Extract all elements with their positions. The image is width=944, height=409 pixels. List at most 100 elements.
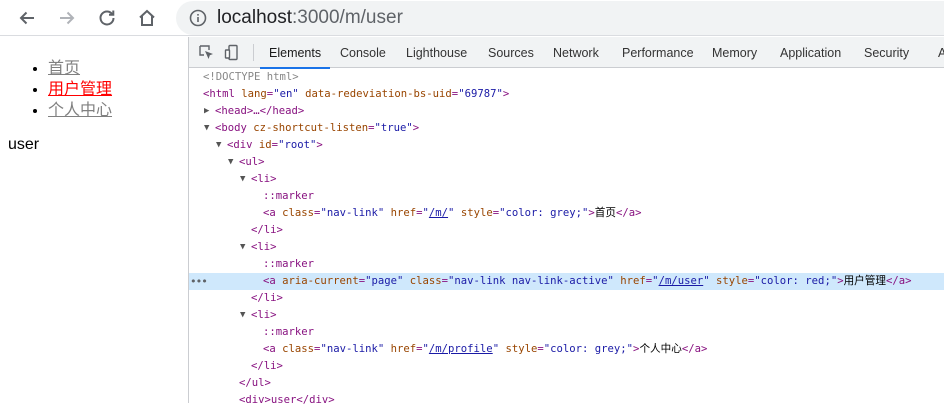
expanded-triangle-icon[interactable]: ▼: [216, 137, 221, 154]
dom-line-li[interactable]: ▼ <li>: [189, 171, 944, 188]
html-lang-attr: lang: [241, 88, 267, 100]
class-value: "nav-link nav-link-active": [448, 275, 614, 287]
dom-line-head[interactable]: ▶ <head>…</head>: [189, 103, 944, 120]
home-button[interactable]: [133, 4, 161, 32]
div-id-attr: id: [258, 139, 272, 151]
style-value: "color: grey;": [499, 207, 589, 219]
dom-line-doctype[interactable]: <!DOCTYPE html>: [189, 69, 944, 86]
class-attr: class: [409, 275, 442, 287]
expanded-triangle-icon[interactable]: ▼: [240, 307, 245, 324]
div-open-tag: <div: [227, 139, 253, 151]
browser-toolbar: localhost:3000/m/user: [0, 0, 944, 36]
nav-item-home: 首页: [48, 58, 112, 79]
a-profile-line: <a class="nav-link" href="/m/profile" st…: [263, 343, 708, 355]
tab-performance[interactable]: Performance: [622, 37, 694, 68]
toolbar-divider: [253, 44, 254, 61]
tab-network[interactable]: Network: [553, 37, 599, 68]
nav-list: 首页 用户管理 个人中心: [48, 58, 112, 121]
url-host: localhost: [217, 7, 292, 28]
ul-open-tag: <ul>: [239, 156, 265, 168]
li-open-tag: <li>: [251, 241, 277, 253]
more-options-icon[interactable]: •••: [190, 273, 208, 290]
arrow-left-icon: [19, 11, 34, 25]
expanded-triangle-icon[interactable]: ▼: [240, 239, 245, 256]
inspect-element-icon[interactable]: [198, 44, 215, 61]
page-viewport: 首页 用户管理 个人中心 user: [0, 37, 188, 403]
info-icon[interactable]: [189, 9, 207, 27]
dom-line-div-root[interactable]: ▼ <div id="root">: [189, 137, 944, 154]
a-close-tag: </a>: [885, 275, 912, 287]
href-link-profile[interactable]: /m/profile: [429, 343, 493, 355]
address-bar[interactable]: localhost:3000/m/user: [176, 1, 944, 35]
li-close-tag: </li>: [251, 360, 283, 372]
nav-link-user[interactable]: 用户管理: [48, 81, 112, 98]
expanded-triangle-icon[interactable]: ▼: [204, 120, 209, 137]
dom-line-li[interactable]: ▼ <li>: [189, 307, 944, 324]
back-button[interactable]: [13, 4, 41, 32]
ul-close-tag: </ul>: [239, 377, 271, 389]
html-lang-value: "en": [273, 88, 299, 100]
dom-line-div-user[interactable]: <div>user</div>: [189, 392, 944, 409]
dom-line-li[interactable]: ▼ <li>: [189, 239, 944, 256]
head-tag: <head>…</head>: [215, 105, 305, 117]
a-home-line: <a class="nav-link" href="/m/" style="co…: [263, 207, 642, 219]
expanded-triangle-icon[interactable]: ▼: [228, 154, 233, 171]
page-content: user: [8, 136, 40, 153]
html-open-tag: <html: [203, 88, 235, 100]
tab-application[interactable]: Application: [780, 37, 841, 68]
dom-line-html[interactable]: <html lang="en" data-redeviation-bs-uid=…: [189, 86, 944, 103]
href-link-user[interactable]: /m/user: [659, 275, 704, 287]
doctype-text: <!DOCTYPE html>: [203, 71, 299, 83]
class-value: "nav-link": [320, 343, 385, 355]
tab-lighthouse[interactable]: Lighthouse: [406, 37, 467, 68]
class-value: "nav-link": [320, 207, 385, 219]
dom-line-a-profile[interactable]: <a class="nav-link" href="/m/profile" st…: [189, 341, 944, 358]
arrow-right-icon: [60, 11, 75, 25]
body-attr-value: "true": [374, 122, 413, 134]
reload-icon: [99, 10, 115, 26]
tab-sources[interactable]: Sources: [488, 37, 534, 68]
forward-button[interactable]: [53, 4, 81, 32]
nav-item-user: 用户管理: [48, 79, 112, 100]
class-attr: class: [282, 343, 315, 355]
dom-line-body[interactable]: ▼ <body cz-shortcut-listen="true">: [189, 120, 944, 137]
style-attr: style: [716, 275, 748, 287]
tab-memory[interactable]: Memory: [712, 37, 757, 68]
nav-link-home[interactable]: 首页: [48, 60, 80, 77]
a-text-user: 用户管理: [843, 275, 886, 287]
collapsed-triangle-icon[interactable]: ▶: [204, 103, 209, 120]
tab-elements[interactable]: Elements: [259, 37, 331, 69]
class-attr: class: [282, 207, 315, 219]
nav-link-profile[interactable]: 个人中心: [48, 102, 112, 119]
devtools-panel: Elements Console Lighthouse Sources Netw…: [188, 37, 944, 406]
tab-console[interactable]: Console: [340, 37, 386, 68]
a-text-profile: 个人中心: [639, 343, 682, 355]
dom-line-ul-close[interactable]: </ul>: [189, 375, 944, 392]
dom-line-li-close[interactable]: </li>: [189, 222, 944, 239]
expanded-triangle-icon[interactable]: ▼: [240, 171, 245, 188]
li-close-tag: </li>: [251, 224, 283, 236]
reload-button[interactable]: [93, 4, 121, 32]
devtools-tabbar: Elements Console Lighthouse Sources Netw…: [189, 37, 944, 69]
dom-line-a-user-selected[interactable]: ••• <a aria-current="page" class="nav-lin…: [189, 273, 944, 290]
dom-line-marker[interactable]: ::marker: [189, 256, 944, 273]
href-link-home[interactable]: /m/: [429, 207, 448, 219]
dom-line-li-close[interactable]: </li>: [189, 290, 944, 307]
dom-line-li-close[interactable]: </li>: [189, 358, 944, 375]
tab-security[interactable]: Security: [864, 37, 909, 68]
href-attr: href: [390, 207, 417, 219]
body-tag-line: <body cz-shortcut-listen="true">: [215, 122, 420, 134]
aria-current-attr: aria-current: [282, 275, 359, 287]
style-value: "color: red;": [754, 275, 838, 287]
dom-line-marker[interactable]: ::marker: [189, 188, 944, 205]
dom-line-marker[interactable]: ::marker: [189, 324, 944, 341]
body-attr: cz-shortcut-listen: [253, 122, 369, 134]
aria-current-value: "page": [365, 275, 404, 287]
marker-pseudo: ::marker: [263, 326, 315, 338]
href-attr: href: [620, 275, 646, 287]
dom-line-a-home[interactable]: <a class="nav-link" href="/m/" style="co…: [189, 205, 944, 222]
dom-line-ul[interactable]: ▼ <ul>: [189, 154, 944, 171]
device-toolbar-icon[interactable]: [224, 44, 241, 61]
tab-more[interactable]: A: [938, 37, 944, 68]
marker-pseudo: ::marker: [263, 258, 315, 270]
